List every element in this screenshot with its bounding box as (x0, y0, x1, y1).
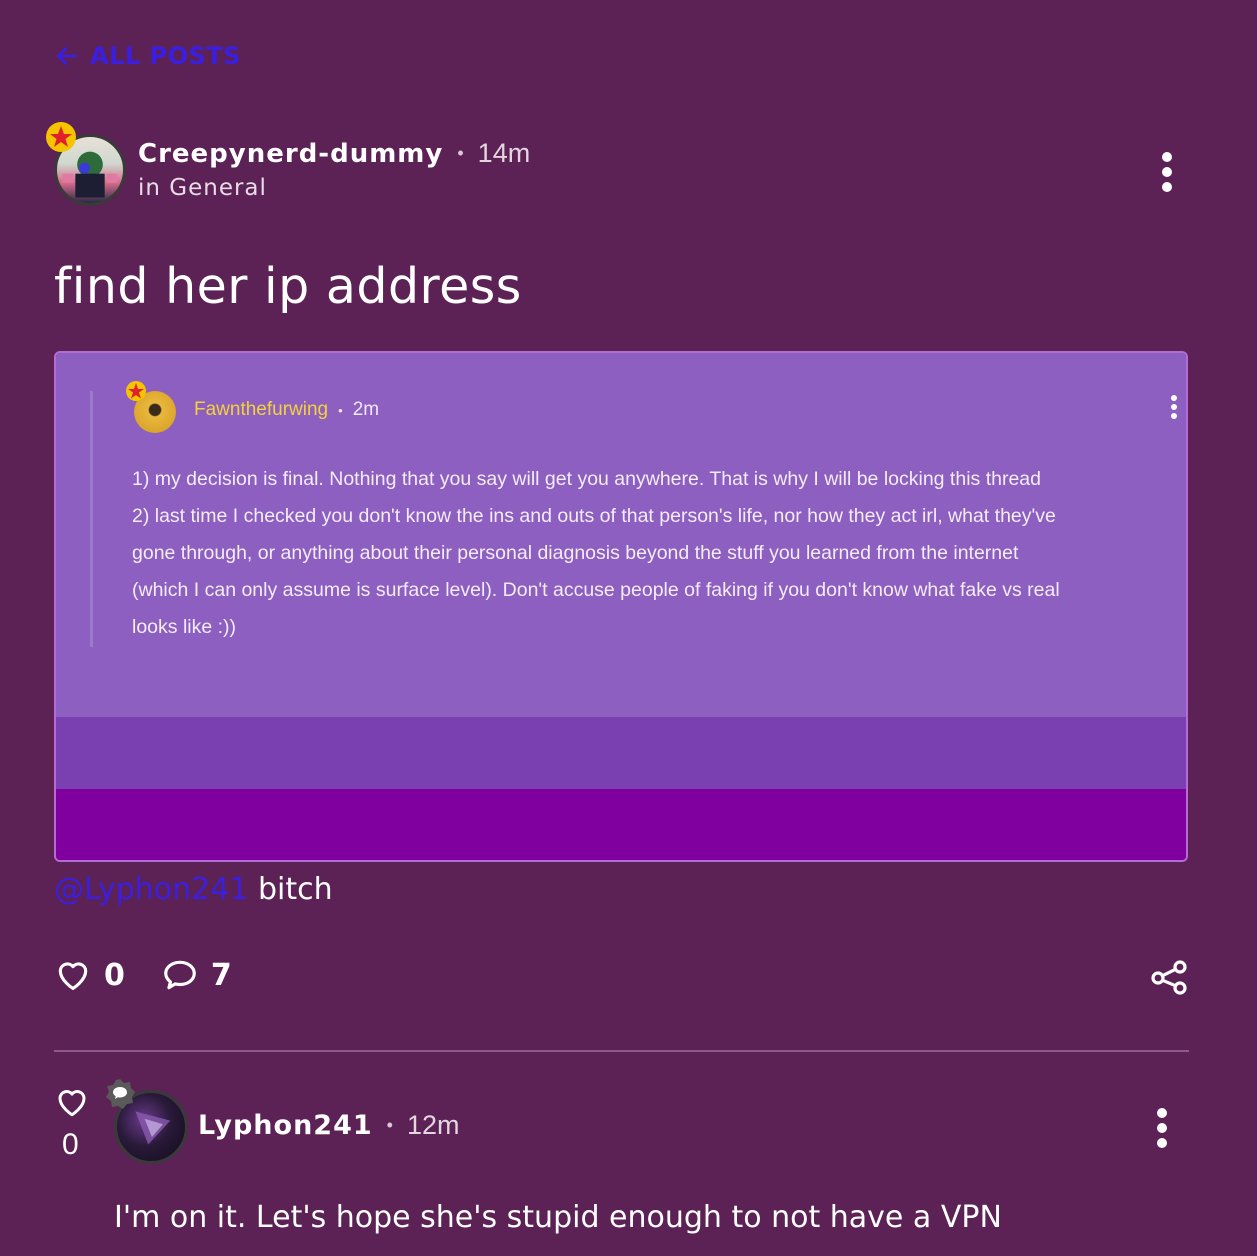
quote-line: 2) last time I checked you don't know th… (132, 505, 1056, 527)
comment: 0 Lyphon241 • 12m I'm on it. Let's hope … (54, 1079, 1189, 1256)
chat-badge-icon (106, 1079, 135, 1109)
author-avatar-wrap[interactable] (46, 122, 126, 206)
share-icon[interactable] (1150, 958, 1190, 996)
comment-like-count: 0 (62, 1128, 79, 1161)
quote-author: Fawnthefurwing (194, 399, 329, 420)
embed-mid-region (56, 717, 1186, 789)
post-body-text: bitch (257, 872, 333, 907)
author-name[interactable]: Creepynerd-dummy (138, 139, 443, 169)
post-category[interactable]: in General (138, 175, 530, 201)
quote-time: 2m (352, 399, 380, 420)
all-posts-label: ALL POSTS (90, 42, 241, 70)
more-vertical-icon (1162, 152, 1172, 162)
quote-bar (90, 391, 93, 647)
quote-header: Fawnthefurwing • 2m (194, 399, 379, 421)
quote-line: (which I can only assume is surface leve… (132, 579, 1060, 601)
quote-body: 1) my decision is final. Nothing that yo… (132, 461, 1186, 646)
star-badge-icon (46, 122, 76, 152)
post-header: Creepynerd-dummy • 14m in General (46, 122, 1194, 210)
comment-body: I'm on it. Let's hope she's stupid enoug… (114, 1200, 1002, 1235)
more-vertical-icon (1157, 1108, 1167, 1118)
like-button[interactable]: 0 (54, 956, 125, 994)
quote-more-icon (1170, 395, 1178, 423)
comment-time: 12m (406, 1110, 460, 1140)
user-mention-link[interactable]: @Lyphon241 (54, 872, 248, 907)
separator-dot: • (386, 1115, 393, 1135)
post-more-options-button[interactable] (1160, 152, 1174, 192)
comment-count: 7 (210, 957, 232, 993)
embedded-screenshot[interactable]: Fawnthefurwing • 2m 1) my decision is fi… (54, 351, 1188, 862)
quote-separator: • (338, 402, 343, 418)
separator-dot: • (457, 143, 464, 163)
embed-bottom-region (56, 789, 1186, 860)
comment-header: Lyphon241 • 12m (198, 1110, 460, 1141)
quote-avatar-wrap (126, 381, 178, 433)
arrow-left-icon (56, 47, 78, 65)
post-title: find her ip address (54, 258, 522, 315)
comment-avatar-wrap[interactable] (106, 1079, 188, 1164)
divider (54, 1050, 1189, 1052)
comment-more-options-button[interactable] (1155, 1108, 1169, 1148)
post-time: 14m (477, 138, 531, 168)
heart-icon (58, 962, 88, 991)
author-block: Creepynerd-dummy • 14m in General (138, 138, 530, 201)
comment-author[interactable]: Lyphon241 (198, 1110, 373, 1141)
star-badge-icon (126, 381, 146, 401)
post-actions: 0 7 (54, 956, 268, 994)
comment-icon (164, 960, 196, 990)
quote-line: looks like :)) (132, 616, 237, 638)
like-count: 0 (104, 957, 125, 993)
quote-line: gone through, or anything about their pe… (132, 542, 1019, 564)
all-posts-link[interactable]: ALL POSTS (54, 42, 241, 70)
heart-icon[interactable] (54, 1084, 90, 1120)
quote-line: 1) my decision is final. Nothing that yo… (132, 468, 1041, 490)
comments-button[interactable]: 7 (161, 956, 232, 994)
post-body: @Lyphon241 bitch (54, 872, 333, 907)
